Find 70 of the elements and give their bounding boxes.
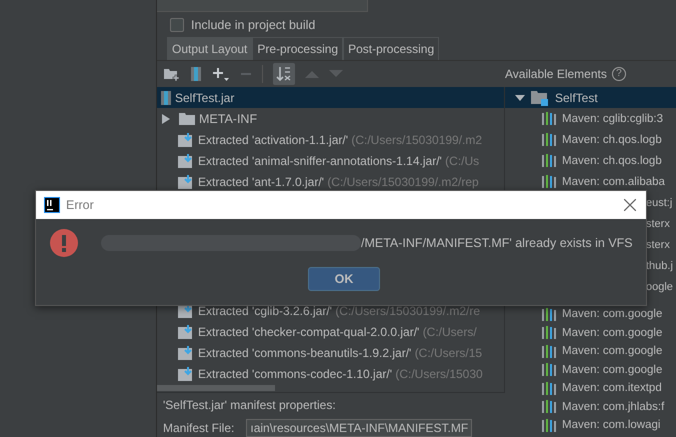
manifest-heading: 'SelfTest.jar' manifest properties: <box>163 397 337 414</box>
close-icon[interactable] <box>624 199 636 211</box>
library-icon <box>542 308 558 321</box>
library-icon <box>542 400 558 414</box>
scrollbar-thumb[interactable] <box>157 385 275 391</box>
add-icon[interactable] <box>212 66 230 82</box>
dialog-title: Error <box>66 198 95 212</box>
tree-item[interactable]: sterx <box>646 218 670 230</box>
archive-icon <box>161 90 171 104</box>
manifest-file-field[interactable]: ıain\resources\META-INF\MANIFEST.MF <box>246 419 472 437</box>
extracted-archive-icon <box>178 304 194 318</box>
tree-item[interactable]: thub.j <box>646 260 673 272</box>
sort-icon[interactable] <box>273 63 295 85</box>
expand-arrow-icon[interactable] <box>161 114 171 124</box>
library-icon <box>542 175 558 188</box>
tab[interactable]: Output Layout <box>167 37 252 60</box>
extracted-archive-icon <box>178 324 194 338</box>
tree-item[interactable]: Extracted 'ant-1.7.0.jar/' (C:/Users/15030199/.m2/rep <box>198 174 479 188</box>
help-icon[interactable]: ? <box>612 67 626 81</box>
tree-item[interactable]: Maven: ch.qos.logb <box>562 134 662 146</box>
tree-item[interactable]: Extracted 'commons-beanutils-1.9.2.jar/' (C:/Users/15 <box>198 346 482 360</box>
tree-item[interactable]: Maven: com.google <box>562 326 662 339</box>
extracted-archive-icon <box>178 132 194 146</box>
tree-item[interactable]: SelfTest.jar <box>157 87 504 108</box>
extracted-archive-icon <box>178 366 194 380</box>
error-icon <box>49 228 79 258</box>
ok-button[interactable]: OK <box>308 267 380 291</box>
extracted-archive-icon <box>178 154 194 168</box>
tree-item[interactable]: Maven: com.google <box>562 308 662 320</box>
library-icon <box>542 382 558 395</box>
tree-item[interactable]: Maven: com.google <box>562 345 662 358</box>
tree-item[interactable]: Extracted 'animal-sniffer-annotations-1.14.jar/' (C:/Us <box>198 154 480 168</box>
library-icon <box>542 326 558 340</box>
library-icon <box>542 363 558 376</box>
tab[interactable]: Pre-processing <box>252 37 344 60</box>
checkbox[interactable] <box>170 18 184 32</box>
tree-item[interactable]: Maven: cglib:cglib:3 <box>562 112 663 124</box>
checkbox-label[interactable]: Include in project build <box>191 18 316 32</box>
tree-item[interactable]: Maven: com.google <box>562 364 662 376</box>
tree-item[interactable]: oogle <box>646 280 673 292</box>
expand-arrow-icon[interactable] <box>515 92 525 102</box>
archive-icon[interactable] <box>190 66 202 82</box>
tree-item[interactable]: eust:j <box>646 196 672 208</box>
manifest-file-label: Manifest File: <box>163 421 234 435</box>
tree-item[interactable]: Extracted 'activation-1.1.jar/' (C:/Users/15030199/.m2 <box>198 132 482 146</box>
extracted-archive-icon <box>178 346 194 360</box>
tree-item[interactable]: Extracted 'commons-codec-1.10.jar/' (C:/Users/15030 <box>198 366 483 380</box>
tree-item[interactable]: Maven: com.alibaba <box>562 176 665 188</box>
tree-item[interactable]: Maven: com.jhlabs:f <box>562 400 664 413</box>
library-icon <box>542 154 558 167</box>
tree-item[interactable]: Maven: com.itextpd <box>562 382 662 394</box>
error-message: /META-INF/MANIFEST.MF' already exists in VFS <box>361 236 633 250</box>
app-logo-icon <box>44 197 60 213</box>
folder-icon <box>179 112 195 124</box>
tree-item[interactable]: Extracted 'cglib-3.2.6.jar/' (C:/Users/15030199/.m2/re <box>198 304 480 318</box>
tab[interactable]: Post-processing <box>343 37 440 60</box>
extracted-archive-icon <box>178 174 194 188</box>
library-icon <box>542 112 558 125</box>
available-elements-title: Available Elements <box>505 67 607 81</box>
module-folder-icon <box>531 90 549 106</box>
library-icon <box>542 133 558 146</box>
tree-item[interactable]: Maven: ch.qos.logb <box>562 154 662 166</box>
tree-item[interactable]: SelfTest <box>505 87 676 108</box>
tree-item[interactable]: Extracted 'checker-compat-qual-2.0.0.jar/' (C:/Users/ <box>198 324 477 338</box>
tree-item[interactable]: Maven: com.lowagi <box>562 419 660 432</box>
library-icon <box>542 344 558 358</box>
new-folder-icon[interactable] <box>164 67 180 81</box>
tree-item[interactable]: META-INF <box>199 112 258 126</box>
library-icon <box>542 418 558 432</box>
tree-item[interactable]: sterx <box>646 238 670 250</box>
